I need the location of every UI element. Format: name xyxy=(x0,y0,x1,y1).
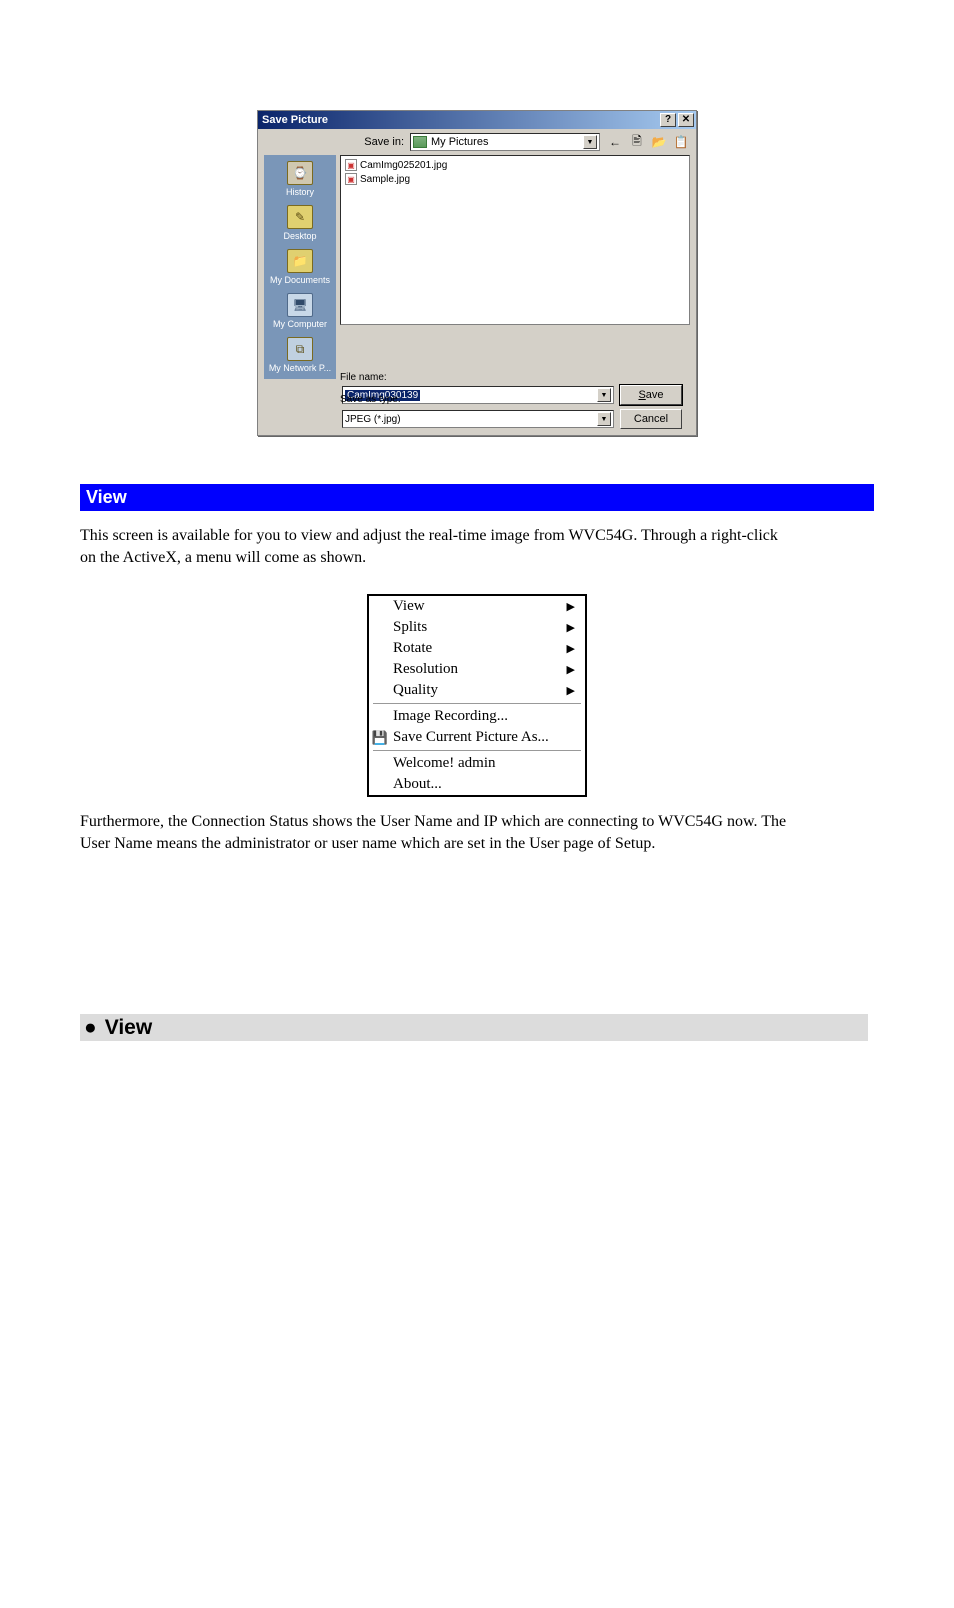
folder-icon xyxy=(413,136,427,148)
menu-label: Image Recording... xyxy=(393,708,508,725)
close-button[interactable]: ✕ xyxy=(678,113,694,127)
section-heading-view: View xyxy=(80,484,874,511)
submenu-arrow-icon: ▶ xyxy=(567,621,575,634)
save-picture-dialog: Save Picture ? ✕ Save in: My Pictures ▼ … xyxy=(257,110,697,436)
up-one-level-icon[interactable]: 🖹 xyxy=(628,133,646,151)
place-my-computer[interactable]: 🖥 My Computer xyxy=(266,291,334,331)
cancel-button[interactable]: Cancel xyxy=(620,409,682,429)
save-in-label: Save in: xyxy=(342,136,404,148)
menu-label: About... xyxy=(393,776,442,793)
menu-label: View xyxy=(393,598,425,615)
help-button[interactable]: ? xyxy=(660,113,676,127)
file-name: CamImg025201.jpg xyxy=(360,160,447,171)
menu-label: Resolution xyxy=(393,661,458,678)
save-as-type-label: Save as type: xyxy=(340,394,401,405)
file-item[interactable]: ▣ Sample.jpg xyxy=(343,172,687,186)
subsection-heading-view: ● View xyxy=(80,1014,868,1041)
subsection-title: View xyxy=(105,1016,152,1040)
save-in-combo[interactable]: My Pictures ▼ xyxy=(410,133,600,151)
bullet-icon: ● xyxy=(84,1016,97,1040)
menu-item-view[interactable]: View ▶ xyxy=(369,596,585,617)
places-bar: ⌚ History ✎ Desktop 📁 My Documents 🖥 My … xyxy=(264,155,336,379)
place-history[interactable]: ⌚ History xyxy=(266,159,334,199)
save-in-value: My Pictures xyxy=(431,136,488,148)
close-icon: ✕ xyxy=(682,115,690,125)
file-list[interactable]: ▣ CamImg025201.jpg ▣ Sample.jpg xyxy=(340,155,690,325)
place-my-network[interactable]: ⧉ My Network P... xyxy=(266,335,334,375)
chevron-down-icon: ▼ xyxy=(597,412,611,426)
menu-item-quality[interactable]: Quality ▶ xyxy=(369,680,585,701)
menu-label: Quality xyxy=(393,682,438,699)
menu-item-resolution[interactable]: Resolution ▶ xyxy=(369,659,585,680)
chevron-down-icon: ▼ xyxy=(583,135,597,149)
submenu-arrow-icon: ▶ xyxy=(567,600,575,613)
place-label: My Network P... xyxy=(269,363,331,373)
menu-item-image-recording[interactable]: Image Recording... xyxy=(369,706,585,727)
menu-item-save-current-picture[interactable]: 💾 Save Current Picture As... xyxy=(369,727,585,748)
context-menu: View ▶ Splits ▶ Rotate ▶ Resolution ▶ Qu… xyxy=(367,594,587,797)
file-name: Sample.jpg xyxy=(360,174,410,185)
history-icon: ⌚ xyxy=(287,161,313,185)
place-label: Desktop xyxy=(283,231,316,241)
place-label: My Computer xyxy=(273,319,327,329)
save-as-type-combo[interactable]: JPEG (*.jpg) ▼ xyxy=(342,410,614,428)
menu-item-about[interactable]: About... xyxy=(369,774,585,795)
menu-item-welcome[interactable]: Welcome! admin xyxy=(369,753,585,774)
menu-label: Save Current Picture As... xyxy=(393,729,549,746)
file-item[interactable]: ▣ CamImg025201.jpg xyxy=(343,158,687,172)
submenu-arrow-icon: ▶ xyxy=(567,684,575,697)
desktop-icon: ✎ xyxy=(287,205,313,229)
image-file-icon: ▣ xyxy=(345,159,357,171)
dialog-title: Save Picture xyxy=(262,114,658,126)
menu-label: Splits xyxy=(393,619,427,636)
save-icon: 💾 xyxy=(372,731,388,745)
paragraph: Furthermore, the Connection Status shows… xyxy=(80,811,790,854)
file-name-label: File name: xyxy=(340,372,387,383)
help-icon: ? xyxy=(665,115,671,125)
menu-item-rotate[interactable]: Rotate ▶ xyxy=(369,638,585,659)
image-file-icon: ▣ xyxy=(345,173,357,185)
place-my-documents[interactable]: 📁 My Documents xyxy=(266,247,334,287)
menu-separator xyxy=(373,703,581,704)
place-desktop[interactable]: ✎ Desktop xyxy=(266,203,334,243)
back-icon[interactable]: ← xyxy=(606,133,624,151)
menu-label: Welcome! admin xyxy=(393,755,496,772)
network-icon: ⧉ xyxy=(287,337,313,361)
save-as-type-value: JPEG (*.jpg) xyxy=(345,414,401,425)
submenu-arrow-icon: ▶ xyxy=(567,642,575,655)
place-label: My Documents xyxy=(270,275,330,285)
computer-icon: 🖥 xyxy=(287,293,313,317)
place-label: History xyxy=(286,187,314,197)
chevron-down-icon: ▼ xyxy=(597,388,611,402)
new-folder-icon[interactable]: 📂 xyxy=(650,133,668,151)
menu-label: Rotate xyxy=(393,640,432,657)
submenu-arrow-icon: ▶ xyxy=(567,663,575,676)
dialog-titlebar: Save Picture ? ✕ xyxy=(258,111,696,129)
views-icon[interactable]: 📋 xyxy=(672,133,690,151)
menu-separator xyxy=(373,750,581,751)
body-text: Furthermore, the Connection Status shows… xyxy=(80,811,790,854)
folder-icon: 📁 xyxy=(287,249,313,273)
menu-item-splits[interactable]: Splits ▶ xyxy=(369,617,585,638)
paragraph: This screen is available for you to view… xyxy=(80,525,790,568)
save-button[interactable]: Save xyxy=(620,385,682,405)
body-text: This screen is available for you to view… xyxy=(80,525,790,568)
